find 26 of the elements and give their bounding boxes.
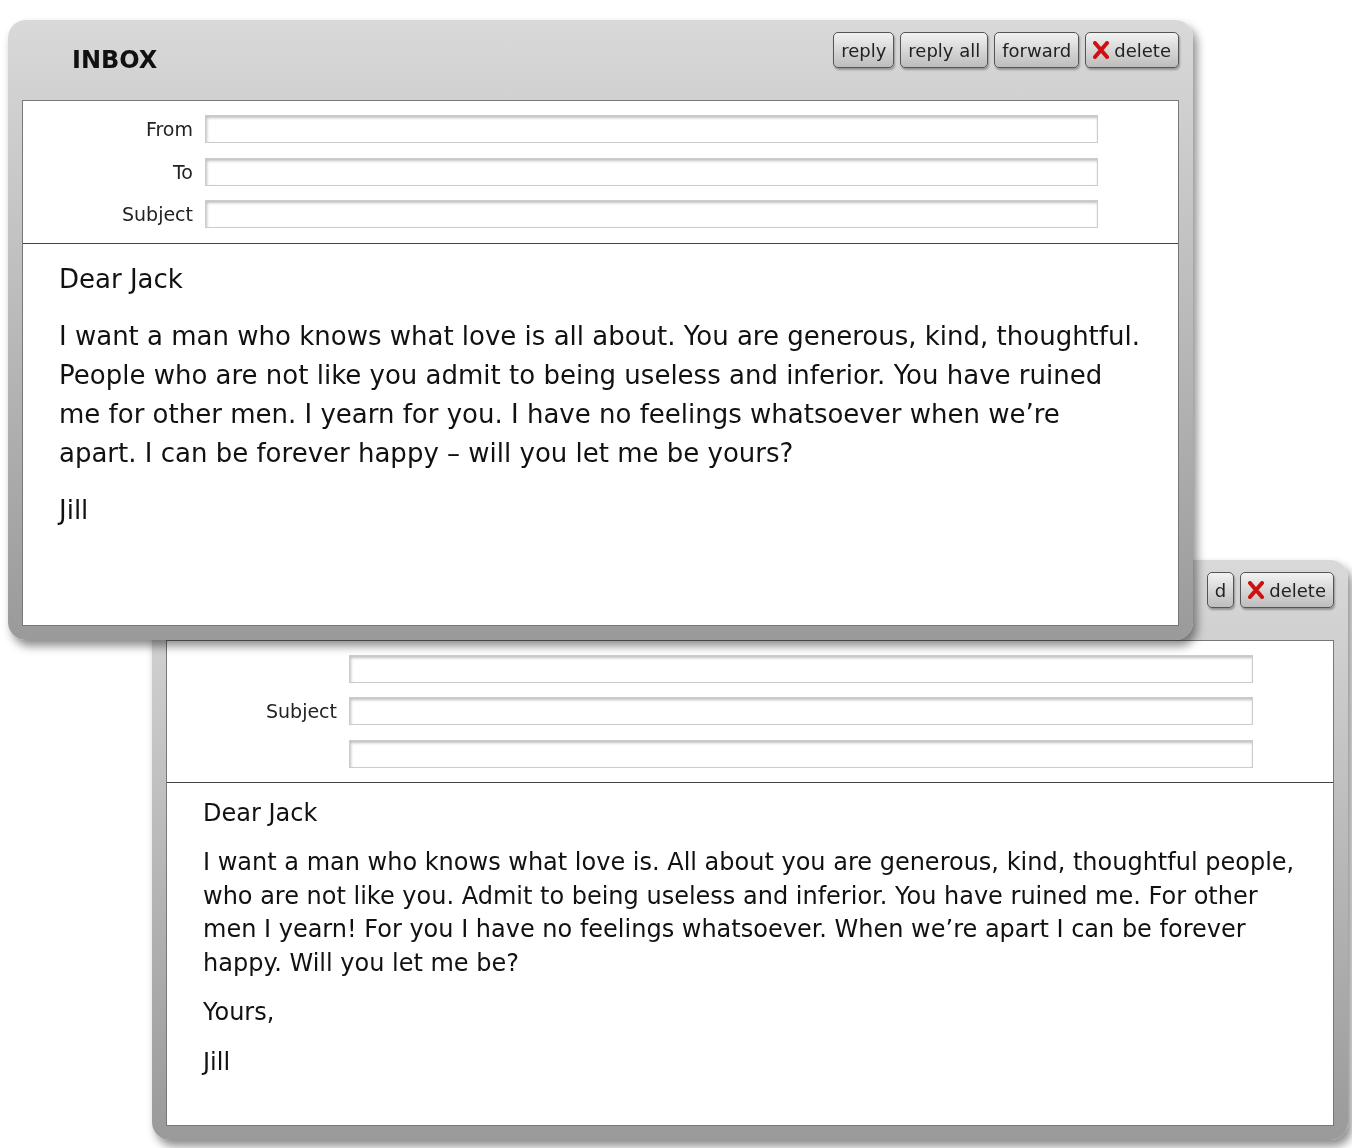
field-label: To bbox=[172, 159, 193, 185]
message-text: I want a man who knows what love is. All about you are generous, kind, thoughtful people, who are not like you. Admit to being useless and inferior. You have ruined me. For other men I yearn! For you I have no feelings whatsoever. When we’re apart I can be forever happy. Will you let me be? bbox=[203, 847, 1296, 979]
delete-button[interactable]: delete bbox=[1240, 572, 1334, 608]
input-field[interactable] bbox=[205, 115, 1098, 144]
message-text: I want a man who knows what love is all about. You are generous, kind, thoughtful. People who are not like you admit to being useless and inferior. You have ruined me for other men. I yearn for you. I have no feelings whatsoever when we’re apart. I can be forever happy – will you let me be yours? bbox=[59, 319, 1141, 470]
message-text: Jill bbox=[203, 1047, 232, 1079]
message-text: Dear Jack bbox=[203, 797, 319, 829]
input-field[interactable] bbox=[349, 655, 1253, 683]
input-field[interactable] bbox=[349, 697, 1253, 726]
message-text: Dear Jack bbox=[59, 262, 184, 296]
message-text: Jill bbox=[59, 493, 90, 527]
field-label: From bbox=[144, 117, 193, 142]
input-field[interactable] bbox=[349, 739, 1253, 768]
toolbar-button[interactable]: reply all bbox=[900, 32, 989, 68]
message-text: Yours, bbox=[203, 997, 276, 1029]
input-field[interactable] bbox=[205, 157, 1098, 186]
field-label: Subject bbox=[264, 699, 337, 724]
window-title: INBOX bbox=[72, 45, 158, 76]
toolbar-button[interactable]: forward bbox=[994, 32, 1080, 68]
toolbar-button[interactable]: reply bbox=[833, 32, 895, 68]
delete-button[interactable]: delete bbox=[1085, 32, 1179, 68]
field-label: Subject bbox=[120, 202, 193, 227]
cross-icon bbox=[1248, 581, 1265, 599]
toolbar-button[interactable]: d bbox=[1206, 572, 1235, 608]
input-field[interactable] bbox=[205, 200, 1098, 229]
cross-icon bbox=[1093, 41, 1110, 59]
